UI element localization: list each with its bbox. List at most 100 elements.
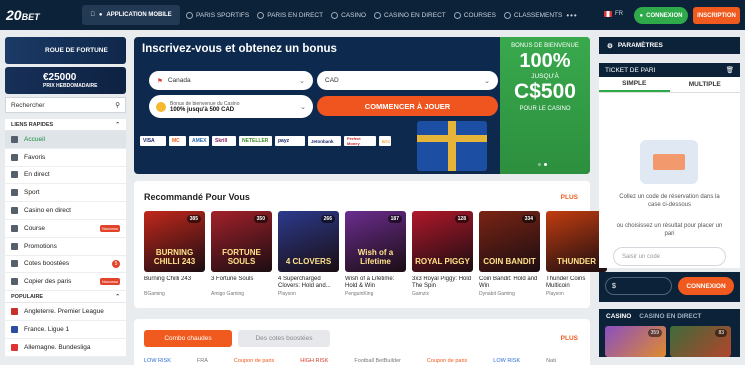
- coin-icon: [156, 101, 166, 112]
- bet-label: FRA: [196, 358, 208, 364]
- quick-links-header[interactable]: LIENS RAPIDES ⌃: [5, 119, 126, 131]
- game-card[interactable]: 187 Wish of a Lifetime Wish of a Lifetime:…: [345, 211, 406, 297]
- game-title[interactable]: 3 Fortune Souls: [211, 276, 272, 290]
- nav-sports[interactable]: PARIS SPORTIFS: [186, 11, 249, 19]
- apple-icon: : [90, 12, 95, 18]
- live-icon: [11, 171, 18, 179]
- start-playing-button[interactable]: COMMENCER À JOUER: [317, 96, 498, 116]
- sidebar-item-label: Casino en direct: [24, 207, 71, 215]
- nav-races[interactable]: COURSES: [453, 11, 496, 19]
- sidebar-item-live[interactable]: En direct: [5, 167, 126, 185]
- more-link[interactable]: PLUS: [561, 194, 578, 201]
- game-thumb-title: FORTUNE SOULS: [222, 248, 261, 266]
- sidebar-item-races[interactable]: Course Nouveau: [5, 220, 126, 238]
- game-thumb-title: Wish of a Lifetime: [357, 248, 394, 266]
- nav-live-casino[interactable]: CASINO EN DIRECT: [374, 11, 446, 19]
- casino-tabs: CASINO CASINO EN DIRECT: [599, 309, 740, 324]
- more-menu-icon[interactable]: •••: [566, 11, 577, 20]
- sidebar-item-live-casino[interactable]: Casino en direct: [5, 202, 126, 220]
- game-card[interactable]: 334 COIN BANDIT Coin Bandit: Hold and Win D…: [479, 211, 540, 297]
- nav-live[interactable]: PARIS EN DIRECT: [257, 11, 323, 19]
- sidebar-item-home[interactable]: Accueil: [5, 131, 126, 149]
- game-card[interactable]: 385 BURNING CHILLI 243 Burning Chilli 243 B…: [144, 211, 205, 297]
- bonus-heading: BONUS DE BIENVENUE: [511, 43, 579, 49]
- game-thumbnail[interactable]: THUNDER: [546, 211, 607, 272]
- tab-live-casino[interactable]: CASINO EN DIRECT: [639, 313, 701, 320]
- mobile-app-button[interactable]:  ● APPLICATION MOBILE: [82, 5, 180, 25]
- popular-header[interactable]: POPULAIRE ⌃: [5, 291, 126, 304]
- register-button[interactable]: INSCRIPTION: [693, 7, 740, 24]
- country-select[interactable]: ⚑ Canada ⌄: [149, 71, 313, 90]
- sidebar-item-sport[interactable]: Sport: [5, 184, 126, 203]
- promo-label: PRIX HEBDOMADAIRE: [43, 83, 98, 89]
- tab-multiple[interactable]: MULTIPLE: [670, 77, 741, 92]
- stake-input[interactable]: $: [605, 277, 672, 295]
- sidebar-item-boosted-odds[interactable]: Cotes boostées 5: [5, 256, 126, 274]
- game-thumbnail[interactable]: 385 BURNING CHILLI 243: [144, 211, 205, 272]
- main-nav: PARIS SPORTIFS PARIS EN DIRECT CASINO CA…: [186, 11, 562, 19]
- sidebar-item-copy-bets[interactable]: Copier des paris Nouveau: [5, 273, 126, 292]
- bet-slip-footer: $ CONNEXION: [599, 272, 740, 302]
- sidebar-item-promotions[interactable]: Promotions: [5, 238, 126, 256]
- settings-button[interactable]: ⚙ PARAMÈTRES: [599, 37, 740, 54]
- casino-game-thumb[interactable]: 359: [605, 326, 666, 357]
- bonus-select[interactable]: Bonus de bienvenue du Casino 100% jusqu'à…: [149, 95, 313, 118]
- risk-badge: LOW RISK: [493, 358, 521, 364]
- game-card[interactable]: 350 FORTUNE SOULS 3 Fortune Souls Amigo Gam…: [211, 211, 272, 297]
- top-navigation-bar: 20BET  ● APPLICATION MOBILE PARIS SPORT…: [0, 0, 745, 30]
- skrill-logo: Skrill: [212, 136, 236, 146]
- weekly-prize-banner[interactable]: €25000 PRIX HEBDOMADAIRE: [5, 67, 126, 94]
- nav-casino[interactable]: CASINO: [331, 11, 366, 19]
- game-card[interactable]: 128 ROYAL PIGGY 3x3 Royal Piggy: Hold The …: [412, 211, 473, 297]
- game-thumbnail[interactable]: 334 COIN BANDIT: [479, 211, 540, 272]
- bet-slip-login-button[interactable]: CONNEXION: [678, 277, 734, 295]
- booking-code-input[interactable]: Saisir un code: [613, 247, 726, 266]
- tab-boosted-odds[interactable]: Des cotes boostées: [238, 330, 330, 347]
- sidebar-item-bundesliga[interactable]: Allemagne. Bundesliga: [5, 339, 126, 357]
- carousel-dot-active[interactable]: [544, 163, 547, 166]
- tab-casino[interactable]: CASINO: [606, 313, 631, 320]
- game-thumb-title: THUNDER: [556, 257, 597, 266]
- bet-coupon-link[interactable]: Coupon de paris: [427, 358, 467, 364]
- chevron-down-icon: ⌄: [484, 77, 490, 85]
- game-title[interactable]: 3x3 Royal Piggy: Hold The Spin: [412, 276, 473, 290]
- game-title[interactable]: Coin Bandit: Hold and Win: [479, 276, 540, 290]
- nav-rankings[interactable]: CLASSEMENTS: [503, 11, 562, 19]
- promo-amount: €25000: [43, 72, 77, 83]
- site-logo[interactable]: 20BET: [6, 7, 54, 23]
- login-button[interactable]: ● CONNEXION: [634, 7, 688, 24]
- bet-coupon-link[interactable]: Coupon de paris: [234, 358, 274, 364]
- sidebar-item-ligue-1[interactable]: France. Ligue 1: [5, 321, 126, 339]
- gift-icon: [11, 242, 18, 250]
- game-thumbnail[interactable]: 350 FORTUNE SOULS: [211, 211, 272, 272]
- game-title[interactable]: Thunder Coins Multicoin: [546, 276, 607, 290]
- currency-select[interactable]: CAD ⌄: [317, 71, 498, 90]
- game-thumbnail[interactable]: 128 ROYAL PIGGY: [412, 211, 473, 272]
- language-selector[interactable]: FR: [604, 11, 623, 17]
- carousel-dot[interactable]: [538, 163, 541, 166]
- game-thumbnail[interactable]: 266 4 CLOVERS: [278, 211, 339, 272]
- game-thumb-title: 4 CLOVERS: [285, 257, 332, 266]
- casino-game-thumb[interactable]: 83: [670, 326, 731, 357]
- search-input[interactable]: Rechercher ⚲: [5, 97, 126, 113]
- sidebar-item-premier-league[interactable]: Angleterre. Premier League: [5, 303, 126, 321]
- bitcoin-logo: BTC: [379, 136, 391, 146]
- game-card[interactable]: 266 4 CLOVERS 4 Supercharged Clovers: Hold…: [278, 211, 339, 297]
- game-title[interactable]: 4 Supercharged Clovers: Hold and...: [278, 276, 339, 290]
- perfect-money-logo: Perfect Money: [344, 136, 376, 146]
- sidebar-item-favorites[interactable]: Favoris: [5, 149, 126, 167]
- tab-simple[interactable]: SIMPLE: [599, 77, 670, 92]
- player-count: 385: [186, 215, 201, 223]
- tab-hot-combos[interactable]: Combo chaudes: [144, 330, 232, 347]
- currency-value: CAD: [325, 77, 339, 84]
- game-card[interactable]: THUNDER Thunder Coins Multicoin Playson: [546, 211, 607, 297]
- game-provider: Playson: [278, 291, 296, 297]
- game-thumbnail[interactable]: 187 Wish of a Lifetime: [345, 211, 406, 272]
- more-link[interactable]: PLUS: [561, 335, 578, 342]
- game-title[interactable]: Burning Chilli 243: [144, 276, 205, 290]
- booking-code-hint: Collez un code de réservation dans la ca…: [619, 194, 720, 209]
- wheel-of-fortune-banner[interactable]: ROUE DE FORTUNE: [5, 37, 126, 64]
- trash-icon[interactable]: 🗑: [726, 66, 734, 74]
- payment-methods: VISA MC AMEX Skrill NETELLER payz Jetonb…: [140, 136, 391, 146]
- game-title[interactable]: Wish of a Lifetime: Hold & Win: [345, 276, 406, 290]
